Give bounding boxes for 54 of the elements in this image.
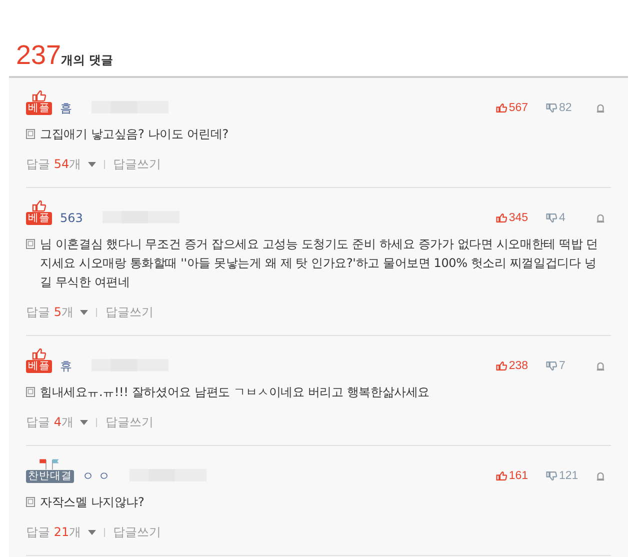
badge: 베플 <box>26 212 52 225</box>
thumbs-up-icon[interactable] <box>496 213 507 223</box>
thumbs-down-icon[interactable] <box>546 471 557 481</box>
siren-icon[interactable] <box>596 214 605 223</box>
siren-icon[interactable] <box>596 362 605 371</box>
thumbs-up-icon <box>32 348 46 360</box>
badge: 찬반대결 <box>26 470 74 483</box>
dislike-count: 82 <box>559 101 572 115</box>
thumbs-up-icon[interactable] <box>496 103 507 113</box>
document-icon <box>26 129 35 139</box>
write-reply-link[interactable]: 답글쓰기 <box>113 156 162 173</box>
write-reply-link[interactable]: 답글쓰기 <box>105 414 154 431</box>
dislike-count: 7 <box>559 359 566 373</box>
thumbs-down-icon[interactable] <box>546 103 557 113</box>
siren-icon[interactable] <box>596 472 605 481</box>
thumbs-up-icon[interactable] <box>496 471 507 481</box>
author-name[interactable]: 563 <box>60 211 83 225</box>
thumbs-down-icon[interactable] <box>546 361 557 371</box>
write-reply-link[interactable]: 답글쓰기 <box>113 524 162 541</box>
reply-count-link[interactable]: 답글 5개 <box>26 304 74 321</box>
caret-icon[interactable] <box>88 530 96 535</box>
write-reply-link[interactable]: 답글쓰기 <box>105 304 154 321</box>
thumbs-up-icon[interactable] <box>496 361 507 371</box>
badge: 베플 <box>26 360 52 373</box>
author-name[interactable]: 휴 <box>60 359 72 373</box>
reply-count-link[interactable]: 답글 21개 <box>26 524 82 541</box>
comment-text: 님 이혼결심 했다니 무조건 증거 잡으세요 고성능 도청기도 준비 하세요 증가가 없다면 시오매한테 떡밥 던지세요 시오매랑 통화할때 ''아들 못낳는게 왜 제 탓 인가요?'하고 물어보면 100% 헛소리 찌껄일겁디다 넝길 무식한 여편네 <box>40 236 600 291</box>
author-name[interactable]: ㅇ ㅇ <box>82 469 110 483</box>
siren-icon[interactable] <box>596 104 605 113</box>
comment-count-label: 개의 댓글 <box>61 52 114 69</box>
dislike-count: 121 <box>559 469 578 483</box>
document-icon <box>26 497 35 507</box>
comment-text: 그집애기 낳고싶음? 나이도 어린데? <box>40 126 228 143</box>
like-count: 567 <box>508 101 528 115</box>
comment-count: 237 <box>16 40 62 71</box>
badge: 베플 <box>26 102 52 115</box>
thumbs-up-icon <box>32 200 46 212</box>
author-name[interactable]: 흠 <box>60 101 72 115</box>
caret-icon[interactable] <box>88 162 96 167</box>
thumbs-down-icon[interactable] <box>546 213 557 223</box>
caret-icon[interactable] <box>80 420 88 425</box>
comment-text: 자작스멜 나지않냐? <box>40 494 144 511</box>
reply-count-link[interactable]: 답글 4개 <box>26 414 74 431</box>
dislike-count: 4 <box>559 211 566 225</box>
comment-text: 힘내세요ㅠ.ㅠ!!! 잘하셨어요 남편도 ㄱㅂㅅ이네요 버리고 행복한삶사세요 <box>40 384 430 401</box>
document-icon <box>26 387 35 397</box>
like-count: 161 <box>508 469 528 483</box>
caret-icon[interactable] <box>80 310 88 315</box>
reply-count-link[interactable]: 답글 54개 <box>26 156 82 173</box>
flags-icon <box>38 458 62 470</box>
thumbs-up-icon <box>32 90 46 102</box>
like-count: 238 <box>508 359 528 373</box>
like-count: 345 <box>508 211 528 225</box>
document-icon <box>26 239 35 249</box>
